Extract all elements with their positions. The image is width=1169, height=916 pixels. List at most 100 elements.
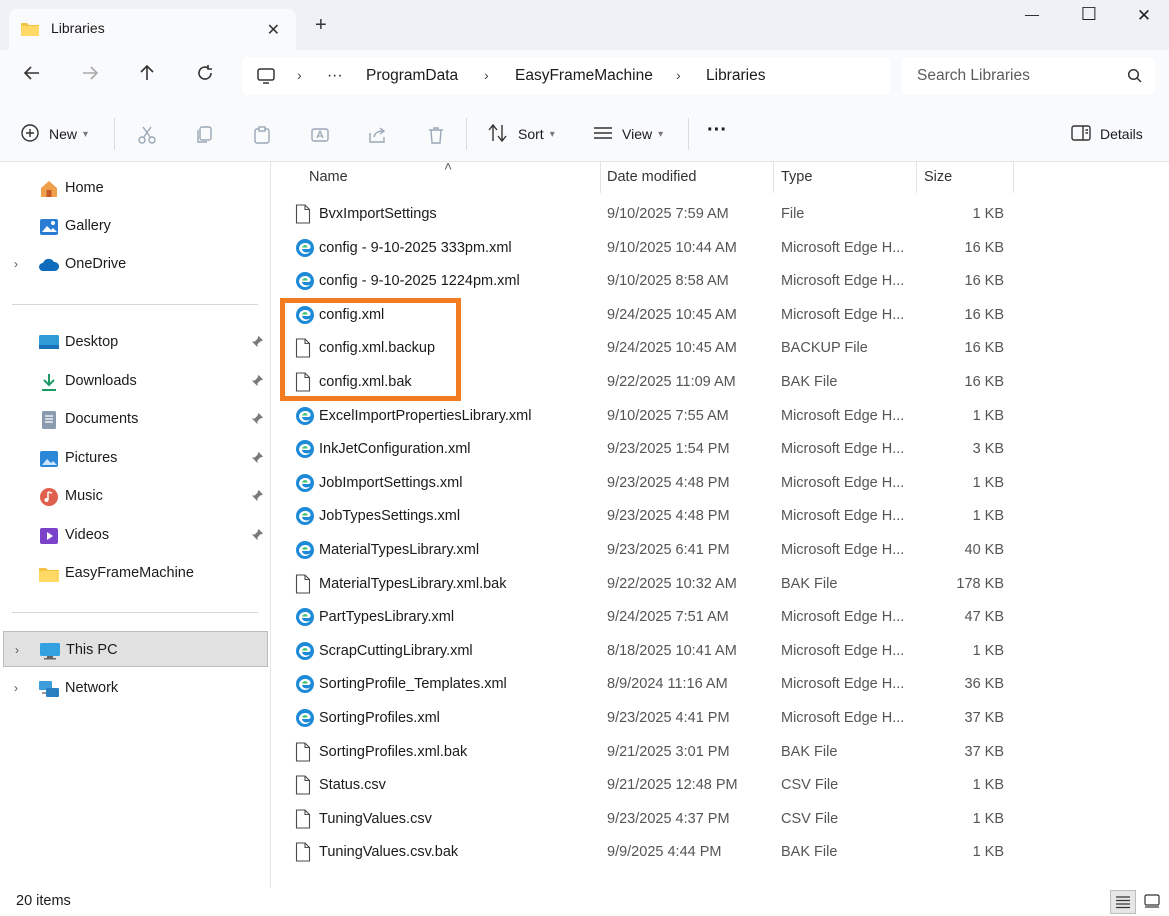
sidebar-item-easyframemachine[interactable]: EasyFrameMachine — [0, 555, 268, 591]
pin-icon[interactable] — [251, 528, 264, 544]
file-size: 36 KB — [964, 676, 1005, 693]
back-icon[interactable] — [19, 64, 45, 90]
breadcrumb-easyframemachine[interactable]: EasyFrameMachine — [515, 67, 653, 85]
file-type: Microsoft Edge H... — [781, 474, 905, 491]
document-icon — [38, 410, 60, 430]
details-button[interactable]: Details — [1071, 122, 1143, 146]
sidebar-item-desktop[interactable]: Desktop — [0, 324, 268, 360]
pin-icon[interactable] — [251, 335, 264, 351]
paste-icon[interactable] — [252, 125, 272, 148]
copy-icon[interactable] — [194, 125, 214, 148]
file-row[interactable]: BvxImportSettings 9/10/2025 7:59 AM File 1 … — [272, 197, 1012, 231]
sidebar-item-downloads[interactable]: Downloads — [0, 363, 268, 399]
sidebar-item-music[interactable]: Music — [0, 478, 268, 514]
forward-icon[interactable] — [77, 64, 103, 90]
file-name: ExcelImportPropertiesLibrary.xml — [319, 407, 532, 424]
cut-icon[interactable] — [137, 125, 157, 148]
file-row[interactable]: TuningValues.csv.bak 9/9/2025 4:44 PM BAK … — [272, 835, 1012, 869]
expand-chevron-icon[interactable]: › — [14, 257, 18, 271]
file-row[interactable]: SortingProfiles.xml.bak 9/21/2025 3:01 PM… — [272, 735, 1012, 769]
search-icon[interactable] — [1127, 68, 1143, 87]
file-row[interactable]: MaterialTypesLibrary.xml 9/23/2025 6:41 P… — [272, 533, 1012, 567]
chevron-right-icon[interactable]: › — [297, 67, 302, 83]
file-row[interactable]: InkJetConfiguration.xml 9/23/2025 1:54 PM… — [272, 432, 1012, 466]
tab-close-icon[interactable]: ✕ — [267, 20, 280, 40]
close-button[interactable]: ✕ — [1124, 6, 1164, 28]
new-button[interactable]: New ▾ — [20, 122, 88, 146]
sidebar-item-gallery[interactable]: Gallery — [0, 208, 268, 244]
edge-file-icon — [295, 540, 314, 560]
sidebar-item-this-pc[interactable]: › This PC — [3, 631, 268, 667]
address-bar[interactable]: › ··· ProgramData › EasyFrameMachine › L… — [242, 57, 890, 95]
file-row[interactable]: config - 9-10-2025 1224pm.xml 9/10/2025 8… — [272, 264, 1012, 298]
file-date: 9/23/2025 4:48 PM — [607, 474, 730, 491]
file-size: 16 KB — [964, 340, 1005, 357]
sidebar-item-onedrive[interactable]: › OneDrive — [0, 246, 268, 282]
sidebar-item-documents[interactable]: Documents — [0, 401, 268, 437]
sidebar-item-videos[interactable]: Videos — [0, 517, 268, 553]
tab-libraries[interactable]: Libraries ✕ — [9, 9, 296, 50]
file-type: BAK File — [781, 575, 838, 592]
expand-chevron-icon[interactable]: › — [15, 643, 19, 657]
home-icon — [38, 179, 60, 199]
refresh-icon[interactable] — [192, 64, 218, 90]
file-row[interactable]: SortingProfiles.xml 9/23/2025 4:41 PM Micr… — [272, 701, 1012, 735]
pin-icon[interactable] — [251, 451, 264, 467]
tiles-view-icon[interactable] — [1139, 890, 1165, 914]
file-type: Microsoft Edge H... — [781, 441, 905, 458]
expand-chevron-icon[interactable]: › — [14, 681, 18, 695]
file-row[interactable]: JobTypesSettings.xml 9/23/2025 4:48 PM Mic… — [272, 499, 1012, 533]
maximize-button[interactable]: ☐ — [1069, 4, 1109, 26]
file-row[interactable]: SortingProfile_Templates.xml 8/9/2024 11:… — [272, 667, 1012, 701]
sort-ascending-icon: ˄ — [444, 158, 453, 174]
breadcrumb-programdata[interactable]: ProgramData — [366, 67, 458, 85]
file-size: 1 KB — [972, 844, 1004, 861]
file-date: 9/21/2025 3:01 PM — [607, 743, 730, 760]
computer-icon[interactable] — [256, 67, 276, 88]
column-header-size[interactable]: Size — [917, 162, 1013, 193]
sidebar-item-label: EasyFrameMachine — [65, 565, 194, 581]
file-row[interactable]: TuningValues.csv 9/23/2025 4:37 PM CSV Fil… — [272, 802, 1012, 836]
file-type: BAK File — [781, 374, 838, 390]
breadcrumb-overflow[interactable]: ··· — [327, 67, 343, 85]
pin-icon[interactable] — [251, 412, 264, 428]
file-size: 47 KB — [964, 609, 1005, 626]
pin-icon[interactable] — [251, 489, 264, 505]
breadcrumb-libraries[interactable]: Libraries — [706, 67, 765, 85]
search-input[interactable]: Search Libraries — [902, 57, 1155, 95]
column-header-name[interactable]: Name ˄ — [272, 158, 597, 193]
sidebar-item-home[interactable]: Home — [0, 170, 268, 206]
sidebar-item-network[interactable]: › Network — [0, 670, 268, 706]
column-divider[interactable] — [1013, 162, 1014, 193]
file-row[interactable]: ScrapCuttingLibrary.xml 8/18/2025 10:41 A… — [272, 634, 1012, 668]
file-row[interactable]: Status.csv 9/21/2025 12:48 PM CSV File 1 KB — [272, 768, 1012, 802]
file-size: 16 KB — [964, 239, 1005, 256]
chevron-right-icon[interactable]: › — [484, 67, 489, 83]
file-row[interactable]: MaterialTypesLibrary.xml.bak 9/22/2025 10… — [272, 567, 1012, 601]
details-view-icon[interactable] — [1110, 890, 1136, 914]
column-header-type[interactable]: Type — [774, 162, 916, 193]
file-size: 1 KB — [972, 474, 1004, 491]
share-icon[interactable] — [368, 125, 388, 148]
file-row[interactable]: config - 9-10-2025 333pm.xml 9/10/2025 10… — [272, 231, 1012, 265]
new-tab-button[interactable]: + — [315, 14, 327, 37]
chevron-right-icon[interactable]: › — [676, 67, 681, 83]
sidebar-item-pictures[interactable]: Pictures — [0, 440, 268, 476]
sort-button[interactable]: Sort ▾ — [487, 122, 555, 146]
file-name: BvxImportSettings — [319, 206, 437, 222]
video-icon — [38, 526, 60, 546]
minimize-button[interactable]: — — [1012, 6, 1052, 28]
column-header-date[interactable]: Date modified — [601, 162, 773, 193]
file-row[interactable]: JobImportSettings.xml 9/23/2025 4:48 PM Mi… — [272, 466, 1012, 500]
file-row[interactable]: PartTypesLibrary.xml 9/24/2025 7:51 AM Mic… — [272, 600, 1012, 634]
up-icon[interactable] — [134, 64, 160, 90]
more-options-button[interactable]: ··· — [707, 118, 727, 142]
pin-icon[interactable] — [251, 374, 264, 390]
rename-icon[interactable] — [310, 125, 330, 148]
file-name: ScrapCuttingLibrary.xml — [319, 642, 473, 659]
file-row[interactable]: ExcelImportPropertiesLibrary.xml 9/10/202… — [272, 399, 1012, 433]
delete-icon[interactable] — [426, 125, 446, 148]
computer-icon — [39, 641, 61, 661]
view-button[interactable]: View ▾ — [593, 122, 663, 146]
file-name: MaterialTypesLibrary.xml.bak — [319, 575, 507, 592]
